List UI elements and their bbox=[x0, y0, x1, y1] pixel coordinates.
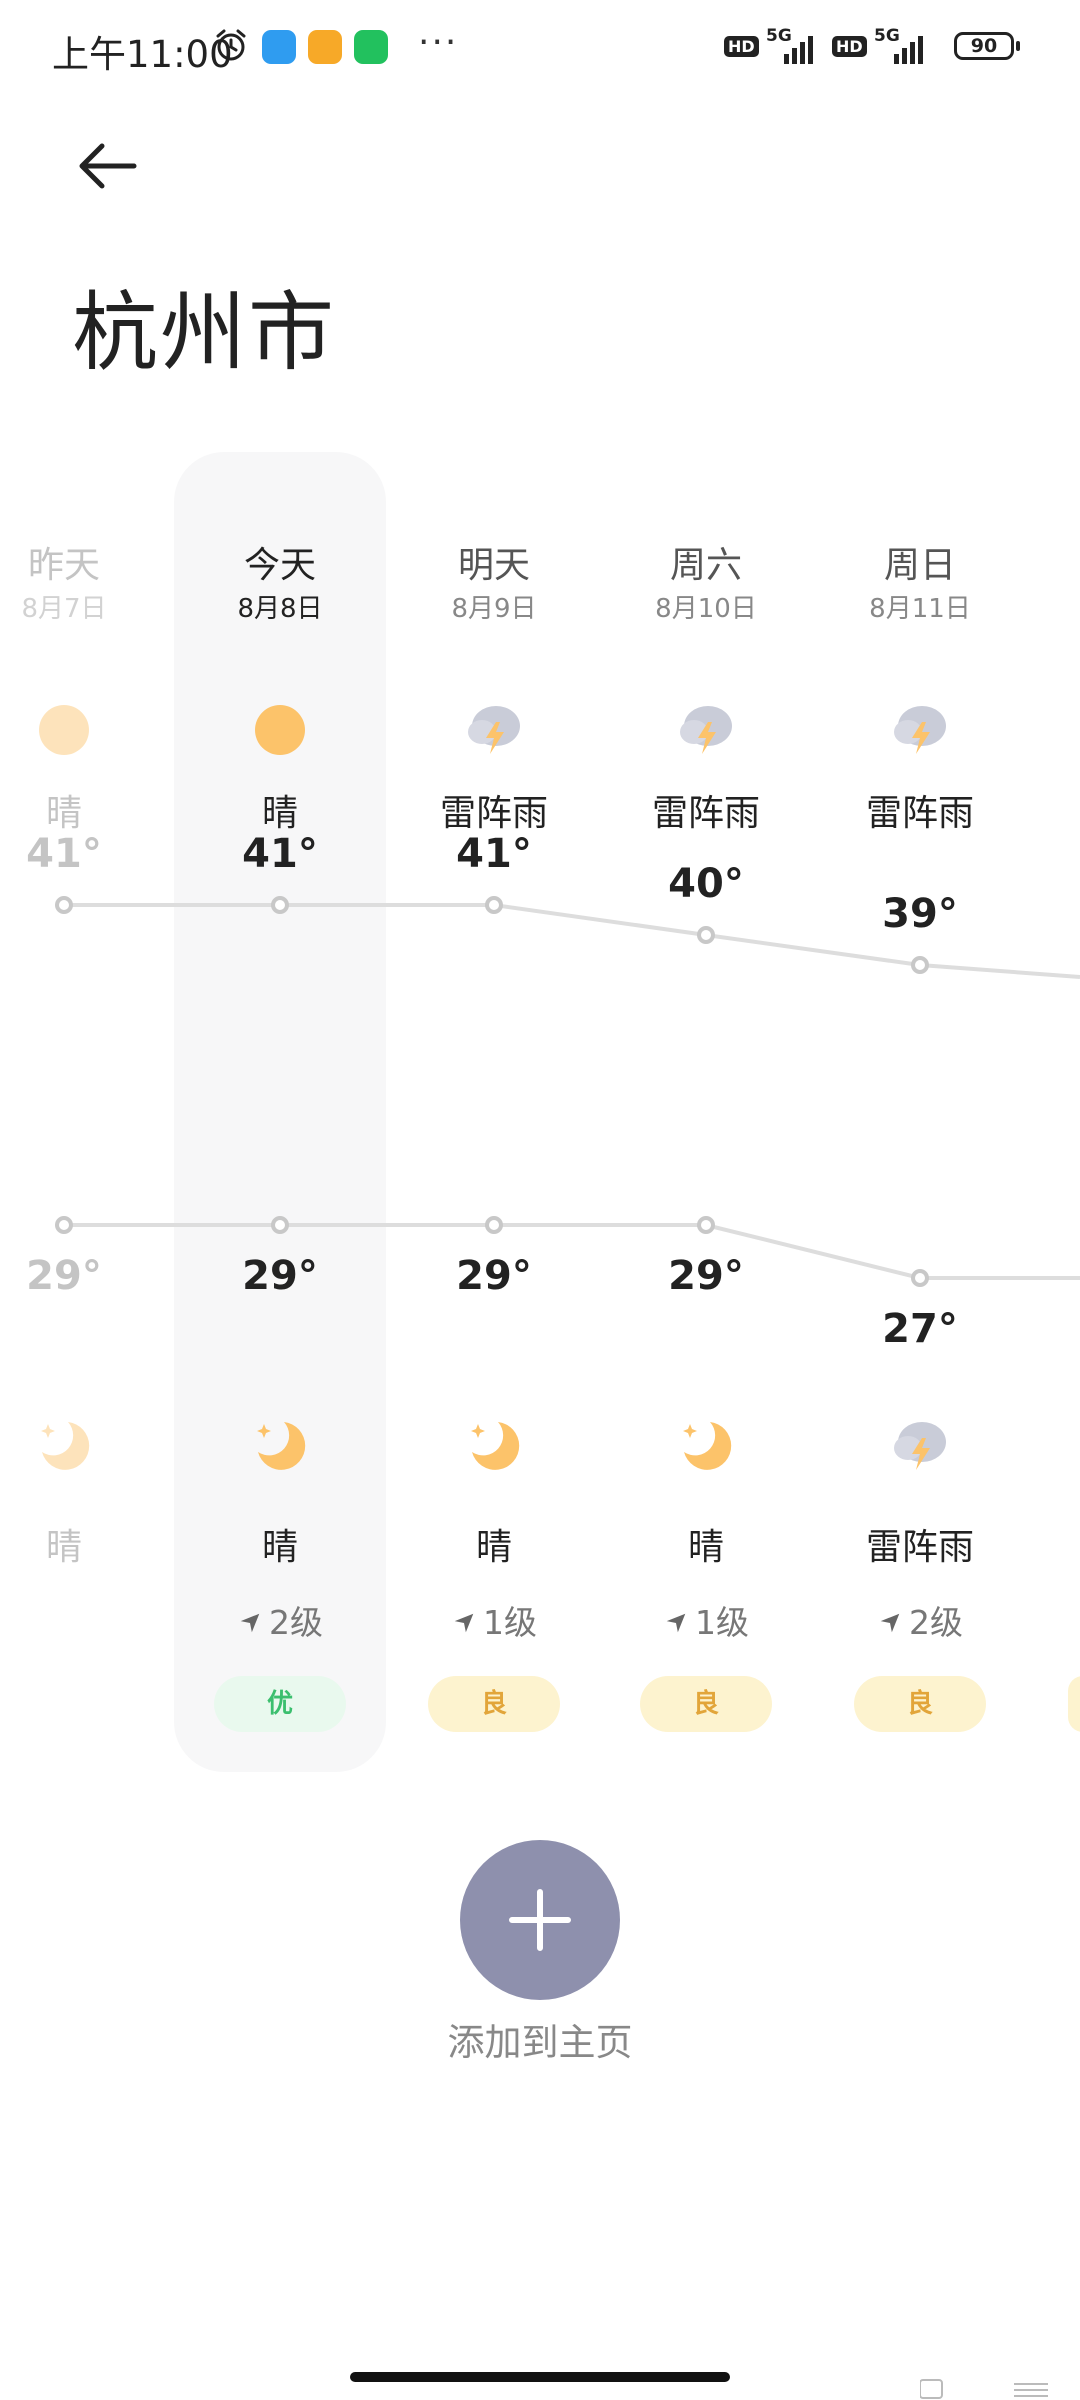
day-condition: 晴 bbox=[45, 793, 82, 834]
low-temperature: 29° bbox=[242, 1253, 318, 1299]
page-title: 杭州市 bbox=[72, 283, 336, 383]
thunderstorm-icon bbox=[814, 700, 1026, 764]
battery-tip bbox=[1016, 41, 1020, 51]
low-temperature-point bbox=[485, 1216, 503, 1234]
signal-icon bbox=[784, 36, 813, 64]
day-date: 8月11日 bbox=[869, 594, 971, 624]
nav-handle-icon bbox=[920, 2379, 1048, 2399]
moon-icon bbox=[600, 1416, 812, 1480]
day-date: 8月10日 bbox=[655, 594, 757, 624]
day-name: 周六 bbox=[669, 545, 742, 586]
status-bar: 上午11:00 ··· HD 5G HD 5G 90 bbox=[0, 0, 1080, 100]
day-condition: 雷阵雨 bbox=[439, 793, 548, 834]
wechat-icon bbox=[354, 30, 388, 64]
status-time: 上午11:00 bbox=[52, 33, 233, 76]
night-condition: 雷阵雨 bbox=[865, 1527, 974, 1568]
add-to-home-label[interactable]: 添加到主页 bbox=[0, 2012, 1080, 2066]
hd-badge: HD bbox=[832, 36, 867, 57]
moon-icon bbox=[388, 1416, 600, 1480]
more-notifications-icon: ··· bbox=[418, 22, 459, 63]
aqi-badge: 良 bbox=[854, 1676, 986, 1732]
today-highlight bbox=[174, 452, 386, 1772]
high-temperature-point bbox=[697, 926, 715, 944]
low-temperature: 29° bbox=[456, 1253, 532, 1299]
battery-indicator: 90 bbox=[954, 32, 1014, 60]
wind-level: 2级 bbox=[174, 1596, 386, 1644]
add-to-home-button[interactable] bbox=[460, 1840, 620, 2000]
moon-icon bbox=[0, 1416, 170, 1480]
alarm-clock-icon bbox=[216, 29, 246, 61]
high-temperature-point bbox=[55, 896, 73, 914]
wind-level: 1级 bbox=[388, 1596, 600, 1644]
day-name: 明天 bbox=[457, 545, 530, 586]
high-temperature: 39° bbox=[882, 891, 958, 937]
aqi-badge-partial bbox=[1068, 1676, 1080, 1732]
moon-icon bbox=[174, 1416, 386, 1480]
hd-badge: HD bbox=[724, 36, 759, 57]
wind-level-text: 1级 bbox=[483, 1603, 537, 1642]
thunderstorm-icon bbox=[388, 700, 600, 764]
wind-level: 2级 bbox=[814, 1596, 1026, 1644]
day-condition: 雷阵雨 bbox=[865, 793, 974, 834]
aqi-badge: 良 bbox=[428, 1676, 560, 1732]
high-temperature: 41° bbox=[242, 831, 318, 877]
low-temperature-point bbox=[55, 1216, 73, 1234]
night-condition: 晴 bbox=[45, 1527, 82, 1568]
sun-icon bbox=[0, 700, 170, 764]
aqi-badge: 良 bbox=[640, 1676, 772, 1732]
low-temperature: 29° bbox=[668, 1253, 744, 1299]
night-condition: 晴 bbox=[475, 1527, 512, 1568]
day-name: 今天 bbox=[243, 545, 316, 586]
home-indicator[interactable] bbox=[350, 2372, 730, 2382]
day-name: 昨天 bbox=[27, 545, 100, 586]
day-date: 8月7日 bbox=[21, 594, 107, 624]
low-temperature: 27° bbox=[882, 1306, 958, 1352]
low-temperature-point bbox=[697, 1216, 715, 1234]
wind-level: 1级 bbox=[600, 1596, 812, 1644]
wind-level-text: 1级 bbox=[695, 1603, 749, 1642]
sun-icon bbox=[174, 700, 386, 764]
day-name: 周日 bbox=[883, 545, 956, 586]
low-temperature-point bbox=[911, 1269, 929, 1287]
high-temperature: 41° bbox=[456, 831, 532, 877]
night-condition: 晴 bbox=[687, 1527, 724, 1568]
high-temperature: 40° bbox=[668, 861, 744, 907]
app-notification-icon bbox=[262, 30, 296, 64]
day-condition: 晴 bbox=[261, 793, 298, 834]
high-temperature-point bbox=[485, 896, 503, 914]
night-condition: 晴 bbox=[261, 1527, 298, 1568]
arrow-left-icon[interactable] bbox=[76, 138, 140, 194]
plus-icon bbox=[509, 1889, 571, 1951]
signal-icon bbox=[894, 36, 923, 64]
wind-level-text: 2级 bbox=[909, 1603, 963, 1642]
high-temperature: 41° bbox=[26, 831, 102, 877]
thunderstorm-icon bbox=[814, 1416, 1026, 1480]
high-temperature-point bbox=[911, 956, 929, 974]
aqi-badge: 优 bbox=[214, 1676, 346, 1732]
wind-level-text: 2级 bbox=[269, 1603, 323, 1642]
day-date: 8月8日 bbox=[237, 594, 323, 624]
low-temperature: 29° bbox=[26, 1253, 102, 1299]
day-condition: 雷阵雨 bbox=[651, 793, 760, 834]
notes-app-icon bbox=[308, 30, 342, 64]
day-date: 8月9日 bbox=[451, 594, 537, 624]
thunderstorm-icon bbox=[600, 700, 812, 764]
